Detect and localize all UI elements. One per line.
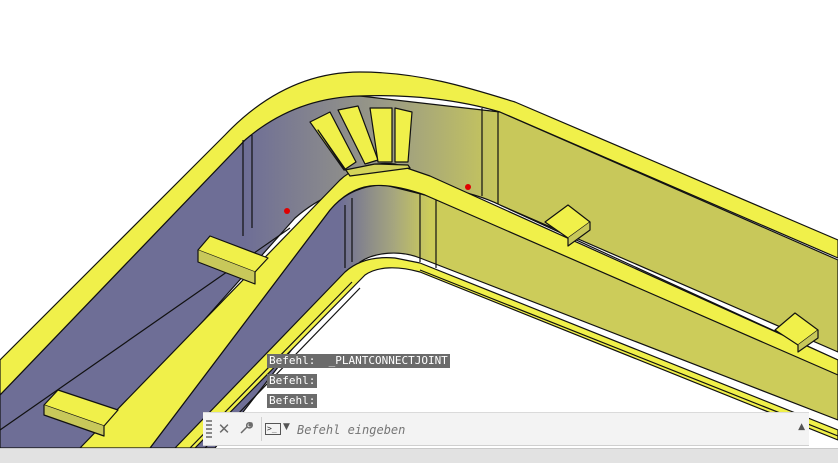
- chevron-down-icon[interactable]: ▼: [283, 422, 290, 432]
- status-bar: [0, 448, 838, 463]
- command-history-line: Befehl:: [267, 374, 318, 388]
- chevron-up-icon[interactable]: ▲: [798, 422, 805, 432]
- command-prompt-icon[interactable]: >_: [265, 423, 281, 435]
- drag-handle[interactable]: [206, 420, 212, 438]
- separator: [261, 417, 262, 441]
- close-icon[interactable]: ✕: [215, 420, 233, 438]
- command-history-line: Befehl: _PLANTCONNECTJOINT: [267, 354, 450, 368]
- wrench-icon[interactable]: [237, 420, 255, 438]
- grip-point: [284, 208, 290, 214]
- command-input[interactable]: [295, 419, 789, 441]
- grip-point: [465, 184, 471, 190]
- model-viewport[interactable]: [0, 0, 838, 448]
- command-history-line: Befehl:: [267, 394, 318, 408]
- command-line-bar: ✕ >_ ▼ ▲: [203, 412, 809, 446]
